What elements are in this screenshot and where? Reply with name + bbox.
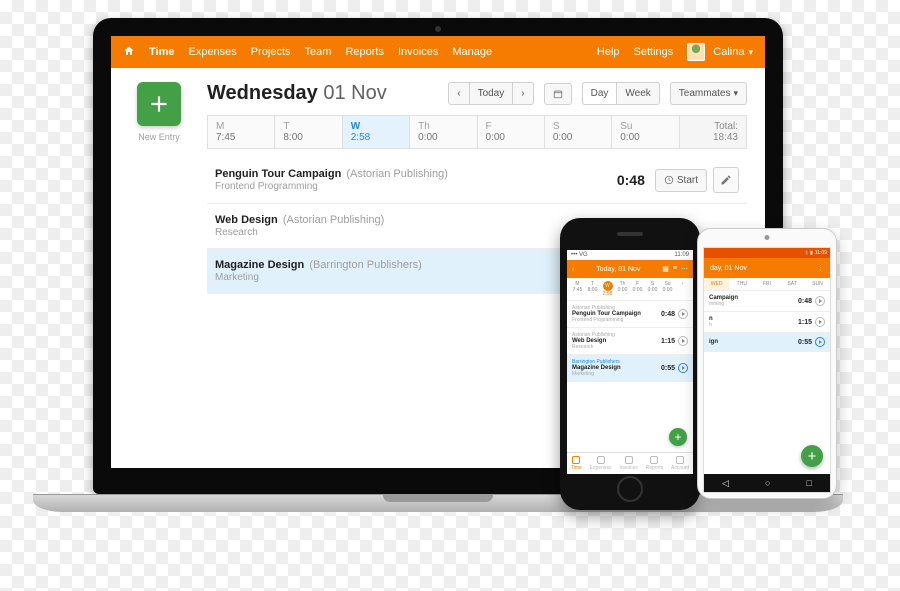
android-device: ᛒ ▮ 11:09 day, 01 Nov ⋮ WED THU FRI SAT … bbox=[697, 228, 837, 499]
teammates-button[interactable]: Teammates▾ bbox=[670, 82, 747, 105]
play-icon[interactable] bbox=[815, 296, 825, 306]
tab-time[interactable]: Time bbox=[571, 456, 582, 471]
week-day-tue[interactable]: T8:00 bbox=[275, 116, 342, 148]
week-day-wed[interactable]: W2:58 bbox=[343, 116, 410, 148]
android-toolbar: day, 01 Nov ⋮ bbox=[704, 258, 830, 278]
entry-project: (Astorian Publishing) bbox=[283, 214, 385, 226]
new-entry-label: New Entry bbox=[138, 132, 180, 142]
prev-day-button[interactable]: ‹ bbox=[448, 82, 469, 105]
tab-reports[interactable]: Reports bbox=[646, 456, 664, 471]
phone-week-strip: M7:45 T8:00 W2:58 Th0:00 F0:00 S0:00 Su0… bbox=[567, 278, 693, 301]
play-icon[interactable] bbox=[678, 363, 688, 373]
week-day-sat[interactable]: S0:00 bbox=[545, 116, 612, 148]
iphone-device: ••• VG11:09 ‹ Today, 01 Nov ▦ ≡ ⋯ M7:45 … bbox=[560, 218, 700, 510]
today-button[interactable]: Today bbox=[469, 82, 514, 105]
avatar bbox=[687, 43, 705, 61]
user-name: Calina bbox=[713, 46, 744, 58]
entry-duration: 0:48 bbox=[617, 172, 645, 188]
week-strip: M7:45 T8:00 W2:58 Th0:00 F0:00 S0:00 Su0… bbox=[207, 115, 747, 149]
android-status-bar: ᛒ ▮ 11:09 bbox=[704, 248, 830, 258]
entry-project: (Astorian Publishing) bbox=[346, 168, 448, 180]
home-icon[interactable]: ○ bbox=[765, 478, 770, 488]
phone-tab-bar: Time Expenses Invoices Reports Account bbox=[567, 452, 693, 474]
chevron-down-icon: ▾ bbox=[733, 88, 738, 99]
phone-status-bar: ••• VG11:09 bbox=[567, 250, 693, 260]
next-day-button[interactable]: › bbox=[512, 82, 533, 105]
android-nav-bar: ◁ ○ □ bbox=[704, 474, 830, 492]
recents-icon[interactable]: □ bbox=[807, 478, 812, 488]
new-entry-button[interactable] bbox=[137, 82, 181, 126]
week-day-fri[interactable]: F0:00 bbox=[478, 116, 545, 148]
home-icon[interactable] bbox=[123, 45, 135, 60]
play-icon[interactable] bbox=[815, 317, 825, 327]
more-icon[interactable]: ⋯ bbox=[681, 265, 688, 273]
android-title: day, 01 Nov bbox=[710, 265, 747, 272]
phone-add-button[interactable]: + bbox=[669, 428, 687, 446]
tab-account[interactable]: Account bbox=[671, 456, 689, 471]
nav-settings[interactable]: Settings bbox=[634, 46, 674, 58]
week-day-thu[interactable]: Th0:00 bbox=[410, 116, 477, 148]
view-day-button[interactable]: Day bbox=[582, 82, 618, 105]
play-icon[interactable] bbox=[678, 309, 688, 319]
nav-invoices[interactable]: Invoices bbox=[398, 46, 438, 58]
more-icon[interactable]: ⋮ bbox=[817, 264, 824, 272]
android-entry[interactable]: Campaignmming 0:48 bbox=[704, 291, 830, 312]
chevron-down-icon: ▾ bbox=[748, 47, 753, 58]
nav-help[interactable]: Help bbox=[597, 46, 620, 58]
week-day-mon[interactable]: M7:45 bbox=[208, 116, 275, 148]
bluetooth-icon: ᛒ bbox=[805, 250, 808, 256]
android-week-strip: WED THU FRI SAT SUN bbox=[704, 278, 830, 291]
nav-manage[interactable]: Manage bbox=[452, 46, 492, 58]
list-icon[interactable]: ≡ bbox=[673, 265, 677, 273]
nav-reports[interactable]: Reports bbox=[345, 46, 384, 58]
back-icon[interactable]: ◁ bbox=[722, 478, 729, 489]
tab-expenses[interactable]: Expenses bbox=[590, 456, 612, 471]
entry-name: Web Design bbox=[215, 214, 278, 226]
page-title: Wednesday 01 Nov bbox=[207, 82, 387, 105]
play-icon[interactable] bbox=[678, 336, 688, 346]
date-header-row: Wednesday 01 Nov ‹ Today › Day bbox=[207, 82, 747, 105]
play-icon[interactable] bbox=[815, 337, 825, 347]
start-timer-button[interactable]: Start bbox=[655, 169, 707, 192]
edit-entry-button[interactable] bbox=[713, 167, 739, 193]
time-entry[interactable]: Penguin Tour Campaign (Astorian Publishi… bbox=[207, 157, 747, 204]
nav-team[interactable]: Team bbox=[305, 46, 332, 58]
calendar-icon[interactable]: ▦ bbox=[662, 265, 669, 273]
nav-projects[interactable]: Projects bbox=[251, 46, 291, 58]
android-add-button[interactable]: + bbox=[801, 445, 823, 467]
prev-icon[interactable]: ‹ bbox=[572, 266, 574, 273]
user-menu[interactable]: Calina ▾ bbox=[687, 43, 753, 61]
android-entry[interactable]: nh 1:15 bbox=[704, 312, 830, 333]
battery-icon: ▮ bbox=[810, 250, 813, 256]
main-nav: Time Expenses Projects Team Reports Invo… bbox=[111, 36, 765, 68]
tab-invoices[interactable]: Invoices bbox=[619, 456, 637, 471]
calendar-button[interactable] bbox=[544, 83, 572, 105]
phone-title: Today, 01 Nov bbox=[596, 266, 640, 273]
nav-expenses[interactable]: Expenses bbox=[188, 46, 236, 58]
entry-name: Magazine Design bbox=[215, 259, 304, 271]
phone-toolbar: ‹ Today, 01 Nov ▦ ≡ ⋯ bbox=[567, 260, 693, 278]
week-total: Total: 18:43 bbox=[680, 116, 746, 148]
phone-entry[interactable]: Astorian PublishingPenguin Tour Campaign… bbox=[567, 301, 693, 328]
entry-task: Frontend Programming bbox=[215, 181, 617, 192]
entry-project: (Barrington Publishers) bbox=[309, 259, 422, 271]
phone-entry[interactable]: Astorian PublishingWeb DesignResearch 1:… bbox=[567, 328, 693, 355]
week-day-sun[interactable]: Su0:00 bbox=[612, 116, 679, 148]
entry-name: Penguin Tour Campaign bbox=[215, 168, 341, 180]
android-entry[interactable]: ign 0:55 bbox=[704, 333, 830, 352]
phone-entry[interactable]: Barrington PublishersMagazine DesignMark… bbox=[567, 355, 693, 382]
nav-time[interactable]: Time bbox=[149, 46, 174, 58]
view-week-button[interactable]: Week bbox=[616, 82, 659, 105]
